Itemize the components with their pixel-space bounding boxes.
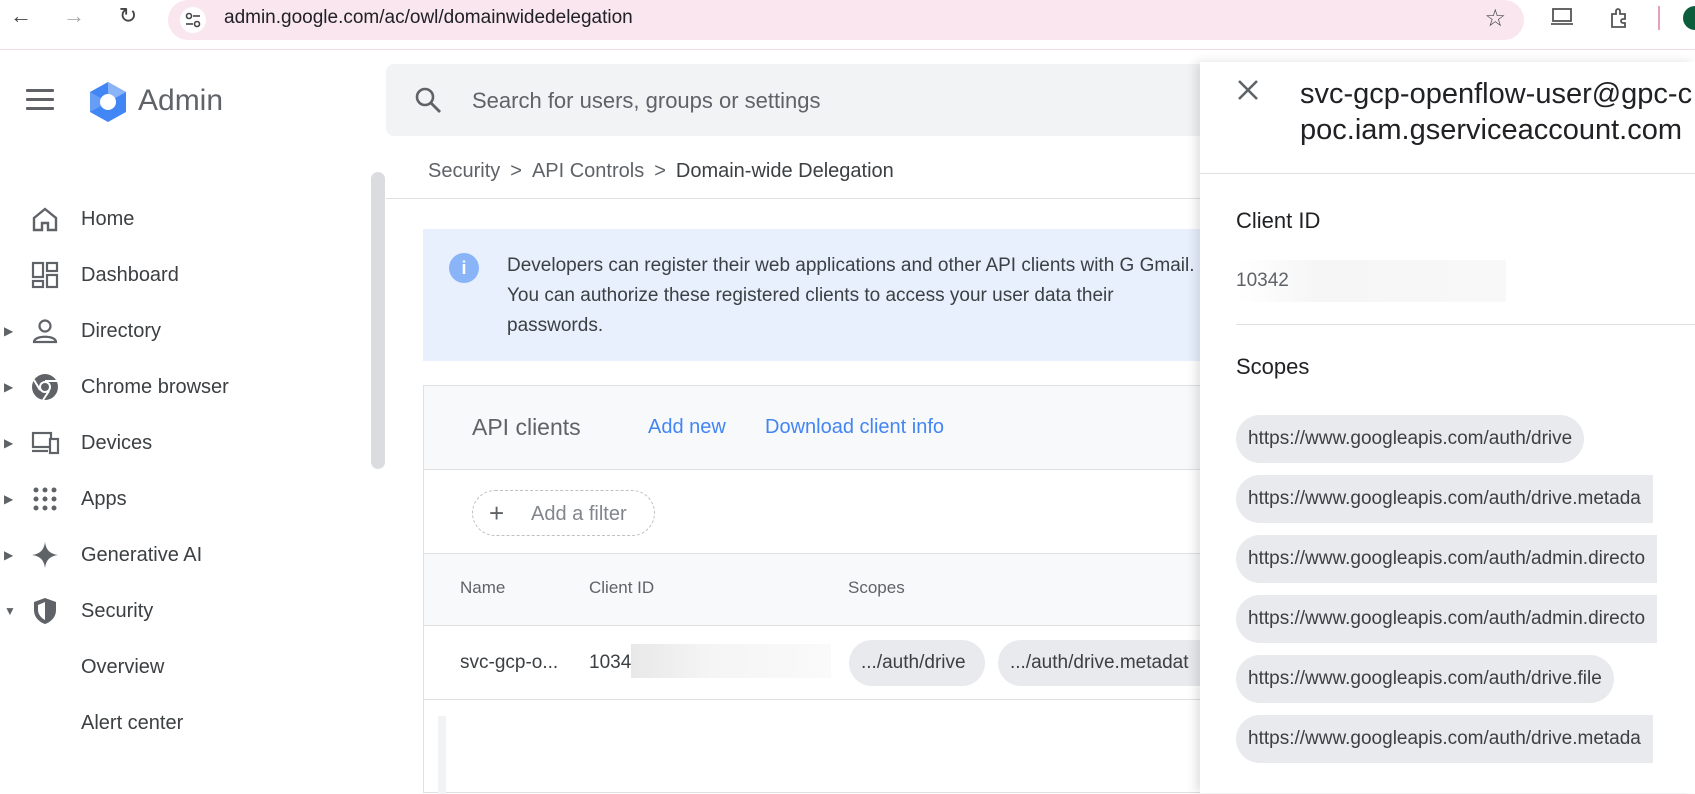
back-icon[interactable]: ← — [7, 2, 35, 30]
scopes-label: Scopes — [1236, 354, 1310, 379]
sidebar-item-label: Generative AI — [81, 544, 203, 566]
scope-chip: https://www.googleapis.com/auth/drive.me… — [1236, 715, 1653, 763]
expand-caret-icon[interactable]: ▶ — [4, 324, 13, 338]
toolbar-divider — [1658, 6, 1660, 30]
app-name[interactable]: Admin — [138, 84, 223, 118]
scope-chip: https://www.googleapis.com/auth/drive.me… — [1236, 475, 1653, 523]
url-text[interactable]: admin.google.com/ac/owl/domainwidedelega… — [224, 7, 633, 29]
expand-caret-icon[interactable]: ▶ — [4, 492, 13, 506]
profile-avatar[interactable] — [1683, 6, 1695, 30]
forward-icon[interactable]: → — [60, 2, 88, 30]
sidebar-item-label: Directory — [81, 320, 162, 342]
info-banner: i Developers can register their web appl… — [423, 229, 1213, 361]
person-icon — [30, 316, 60, 346]
card-header: API clients Add new Download client info — [424, 386, 1212, 470]
admin-logo-icon — [86, 80, 130, 124]
banner-text: Developers can register their web applic… — [507, 255, 1195, 336]
sidebar-subitem-alert-center[interactable]: Alert center — [81, 712, 183, 735]
divider — [1236, 324, 1695, 325]
panel-title: svc-gcp-openflow-user@gpc-c poc.iam.gser… — [1300, 76, 1692, 148]
breadcrumb-separator: > — [654, 160, 666, 182]
client-id-label: Client ID — [1236, 208, 1321, 233]
bookmark-star-icon[interactable]: ☆ — [1484, 4, 1506, 33]
search-icon — [414, 86, 442, 114]
scope-chip: https://www.googleapis.com/auth/drive.fi… — [1236, 655, 1614, 703]
address-bar[interactable]: admin.google.com/ac/owl/domainwidedelega… — [168, 0, 1524, 40]
panel-title-line: poc.iam.gserviceaccount.com — [1300, 114, 1682, 146]
sidebar-item-directory[interactable]: ▶ Directory — [0, 312, 360, 352]
breadcrumb-api-controls[interactable]: API Controls — [532, 160, 644, 182]
client-name: svc-gcp-o... — [460, 652, 559, 673]
sidebar-item-label: Chrome browser — [81, 376, 229, 398]
column-header-name[interactable]: Name — [460, 578, 505, 598]
sidebar-item-dashboard[interactable]: Dashboard — [0, 256, 360, 296]
sparkle-icon — [30, 540, 60, 570]
card-title: API clients — [472, 414, 581, 440]
add-filter-button[interactable]: + Add a filter — [472, 490, 655, 536]
sidebar-item-home[interactable]: Home — [0, 200, 360, 240]
sidebar-item-chrome-browser[interactable]: ▶ Chrome browser — [0, 368, 360, 408]
home-icon — [30, 204, 60, 234]
sidebar-item-generative-ai[interactable]: ▶ Generative AI — [0, 536, 360, 576]
sidebar-scrollbar[interactable] — [371, 172, 385, 469]
apps-grid-icon — [30, 484, 60, 514]
column-header-client-id[interactable]: Client ID — [589, 578, 654, 598]
sidebar-item-label: Dashboard — [81, 264, 179, 286]
main-menu-icon[interactable] — [26, 89, 54, 111]
sidebar-item-label: Security — [81, 600, 154, 622]
close-icon[interactable] — [1230, 72, 1266, 108]
expand-caret-icon[interactable]: ▶ — [4, 436, 13, 450]
breadcrumb-security[interactable]: Security — [428, 160, 500, 182]
sidebar-item-label: Home — [81, 208, 135, 230]
divider — [386, 198, 1206, 199]
sidebar-subitem-overview[interactable]: Overview — [81, 656, 164, 679]
scope-chip: https://www.googleapis.com/auth/admin.di… — [1236, 595, 1658, 643]
browser-toolbar: ← → ↻ admin.google.com/ac/owl/domainwide… — [0, 0, 1695, 50]
info-icon: i — [449, 253, 479, 283]
divider — [1200, 173, 1695, 174]
sidebar-item-label: Devices — [81, 432, 153, 454]
cast-icon[interactable] — [1550, 6, 1574, 34]
client-id-field: 10342 — [1236, 260, 1506, 302]
breadcrumb-separator: > — [510, 160, 522, 182]
client-details-panel: svc-gcp-openflow-user@gpc-c poc.iam.gser… — [1200, 62, 1695, 793]
expand-caret-icon[interactable]: ▶ — [4, 548, 13, 562]
expand-caret-icon[interactable]: ▶ — [4, 380, 13, 394]
add-filter-label: Add a filter — [531, 503, 627, 525]
search-input[interactable]: Search for users, groups or settings — [472, 88, 821, 114]
sidebar-item-devices[interactable]: ▶ Devices — [0, 424, 360, 464]
column-header-scopes[interactable]: Scopes — [848, 578, 905, 598]
site-info-icon[interactable] — [180, 7, 206, 33]
sidebar-item-apps[interactable]: ▶ Apps — [0, 480, 360, 520]
scope-chip: https://www.googleapis.com/auth/admin.di… — [1236, 535, 1658, 583]
client-id-value: 10342 — [1236, 270, 1289, 291]
table-row[interactable]: svc-gcp-o... 1034 .../auth/drive .../aut… — [424, 626, 1214, 700]
collapse-caret-icon[interactable]: ▼ — [4, 604, 16, 618]
download-client-info-link[interactable]: Download client info — [765, 416, 944, 439]
devices-icon — [30, 428, 60, 458]
reload-icon[interactable]: ↻ — [114, 2, 142, 30]
plus-icon: + — [489, 498, 505, 528]
dashboard-icon — [30, 260, 60, 290]
sidebar-item-security[interactable]: ▼ Security — [0, 592, 360, 632]
scope-chip: .../auth/drive — [849, 640, 985, 686]
scroll-strip — [438, 716, 446, 794]
add-new-link[interactable]: Add new — [648, 416, 726, 439]
shield-icon — [30, 596, 60, 626]
breadcrumb: Security > API Controls > Domain-wide Delega… — [428, 160, 894, 183]
breadcrumb-current: Domain-wide Delegation — [675, 160, 894, 182]
search-bar[interactable]: Search for users, groups or settings — [386, 64, 1246, 136]
scope-chip: https://www.googleapis.com/auth/drive — [1236, 415, 1585, 463]
panel-title-line: svc-gcp-openflow-user@gpc-c — [1300, 78, 1693, 110]
client-id: 1034 — [589, 652, 632, 673]
scope-chip: .../auth/drive.metadat — [998, 640, 1214, 686]
extensions-icon[interactable] — [1608, 6, 1632, 36]
chrome-icon — [30, 372, 60, 402]
sidebar-item-label: Apps — [81, 488, 127, 510]
redacted-client-id — [631, 644, 831, 678]
table-header: Name Client ID Scopes — [424, 554, 1212, 626]
api-clients-card: API clients Add new Download client info… — [423, 385, 1214, 794]
